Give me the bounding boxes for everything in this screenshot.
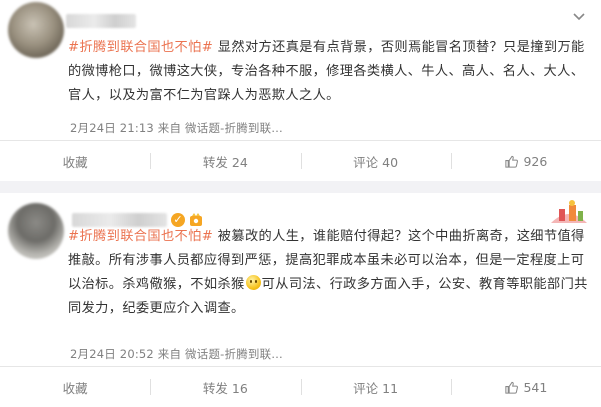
chevron-down-icon[interactable] [571, 8, 587, 24]
post-meta: 2月24日 21:13 来自 微话题-折腾到联… [70, 121, 284, 135]
post-text: #折腾到联合国也不怕# 显然对方还真是有点背景，否则焉能冒名顶替？只是撞到万能的… [68, 36, 592, 108]
comment-button[interactable]: 评论 11 [300, 367, 451, 407]
action-bar: 收藏 转发 16 评论 11 541 [0, 367, 601, 407]
like-button[interactable]: 926 [450, 141, 601, 181]
username-blurred[interactable] [66, 14, 136, 28]
action-bar: 收藏 转发 24 评论 40 926 [0, 141, 601, 181]
like-count: 926 [523, 153, 548, 169]
repost-button[interactable]: 转发 16 [150, 367, 300, 407]
hashtag-link[interactable]: #折腾到联合国也不怕# [68, 229, 213, 244]
post-card: #折腾到联合国也不怕# 显然对方还真是有点背景，否则焉能冒名顶替？只是撞到万能的… [0, 0, 601, 181]
favorite-label: 收藏 [62, 154, 88, 170]
post-text: #折腾到联合国也不怕# 被篡改的人生，谁能赔付得起？这个中曲折离奇，这细节值得推… [68, 225, 592, 321]
comment-label: 评论 40 [353, 154, 399, 170]
thumbs-up-icon [505, 155, 519, 168]
repost-button[interactable]: 转发 24 [150, 141, 300, 181]
smile-emoji-icon [245, 275, 261, 290]
hashtag-link[interactable]: #折腾到联合国也不怕# [68, 40, 213, 55]
card-decoration-icon [551, 200, 587, 223]
favorite-button[interactable]: 收藏 [0, 141, 150, 181]
avatar[interactable] [8, 203, 64, 259]
repost-label: 转发 24 [202, 154, 248, 170]
like-button[interactable]: 541 [450, 367, 601, 407]
post-card: ✓ #折腾到联合国也不怕# 被篡改的人生，谁能赔付得起？这个中曲折离奇，这细节值… [0, 193, 601, 407]
thumbs-up-icon [505, 381, 519, 394]
avatar[interactable] [8, 2, 64, 58]
repost-label: 转发 16 [202, 380, 248, 396]
like-count: 541 [523, 379, 548, 395]
favorite-label: 收藏 [62, 380, 88, 396]
comment-button[interactable]: 评论 40 [300, 141, 451, 181]
post-meta: 2月24日 20:52 来自 微话题-折腾到联… [70, 347, 284, 361]
comment-label: 评论 11 [353, 380, 399, 396]
favorite-button[interactable]: 收藏 [0, 367, 150, 407]
